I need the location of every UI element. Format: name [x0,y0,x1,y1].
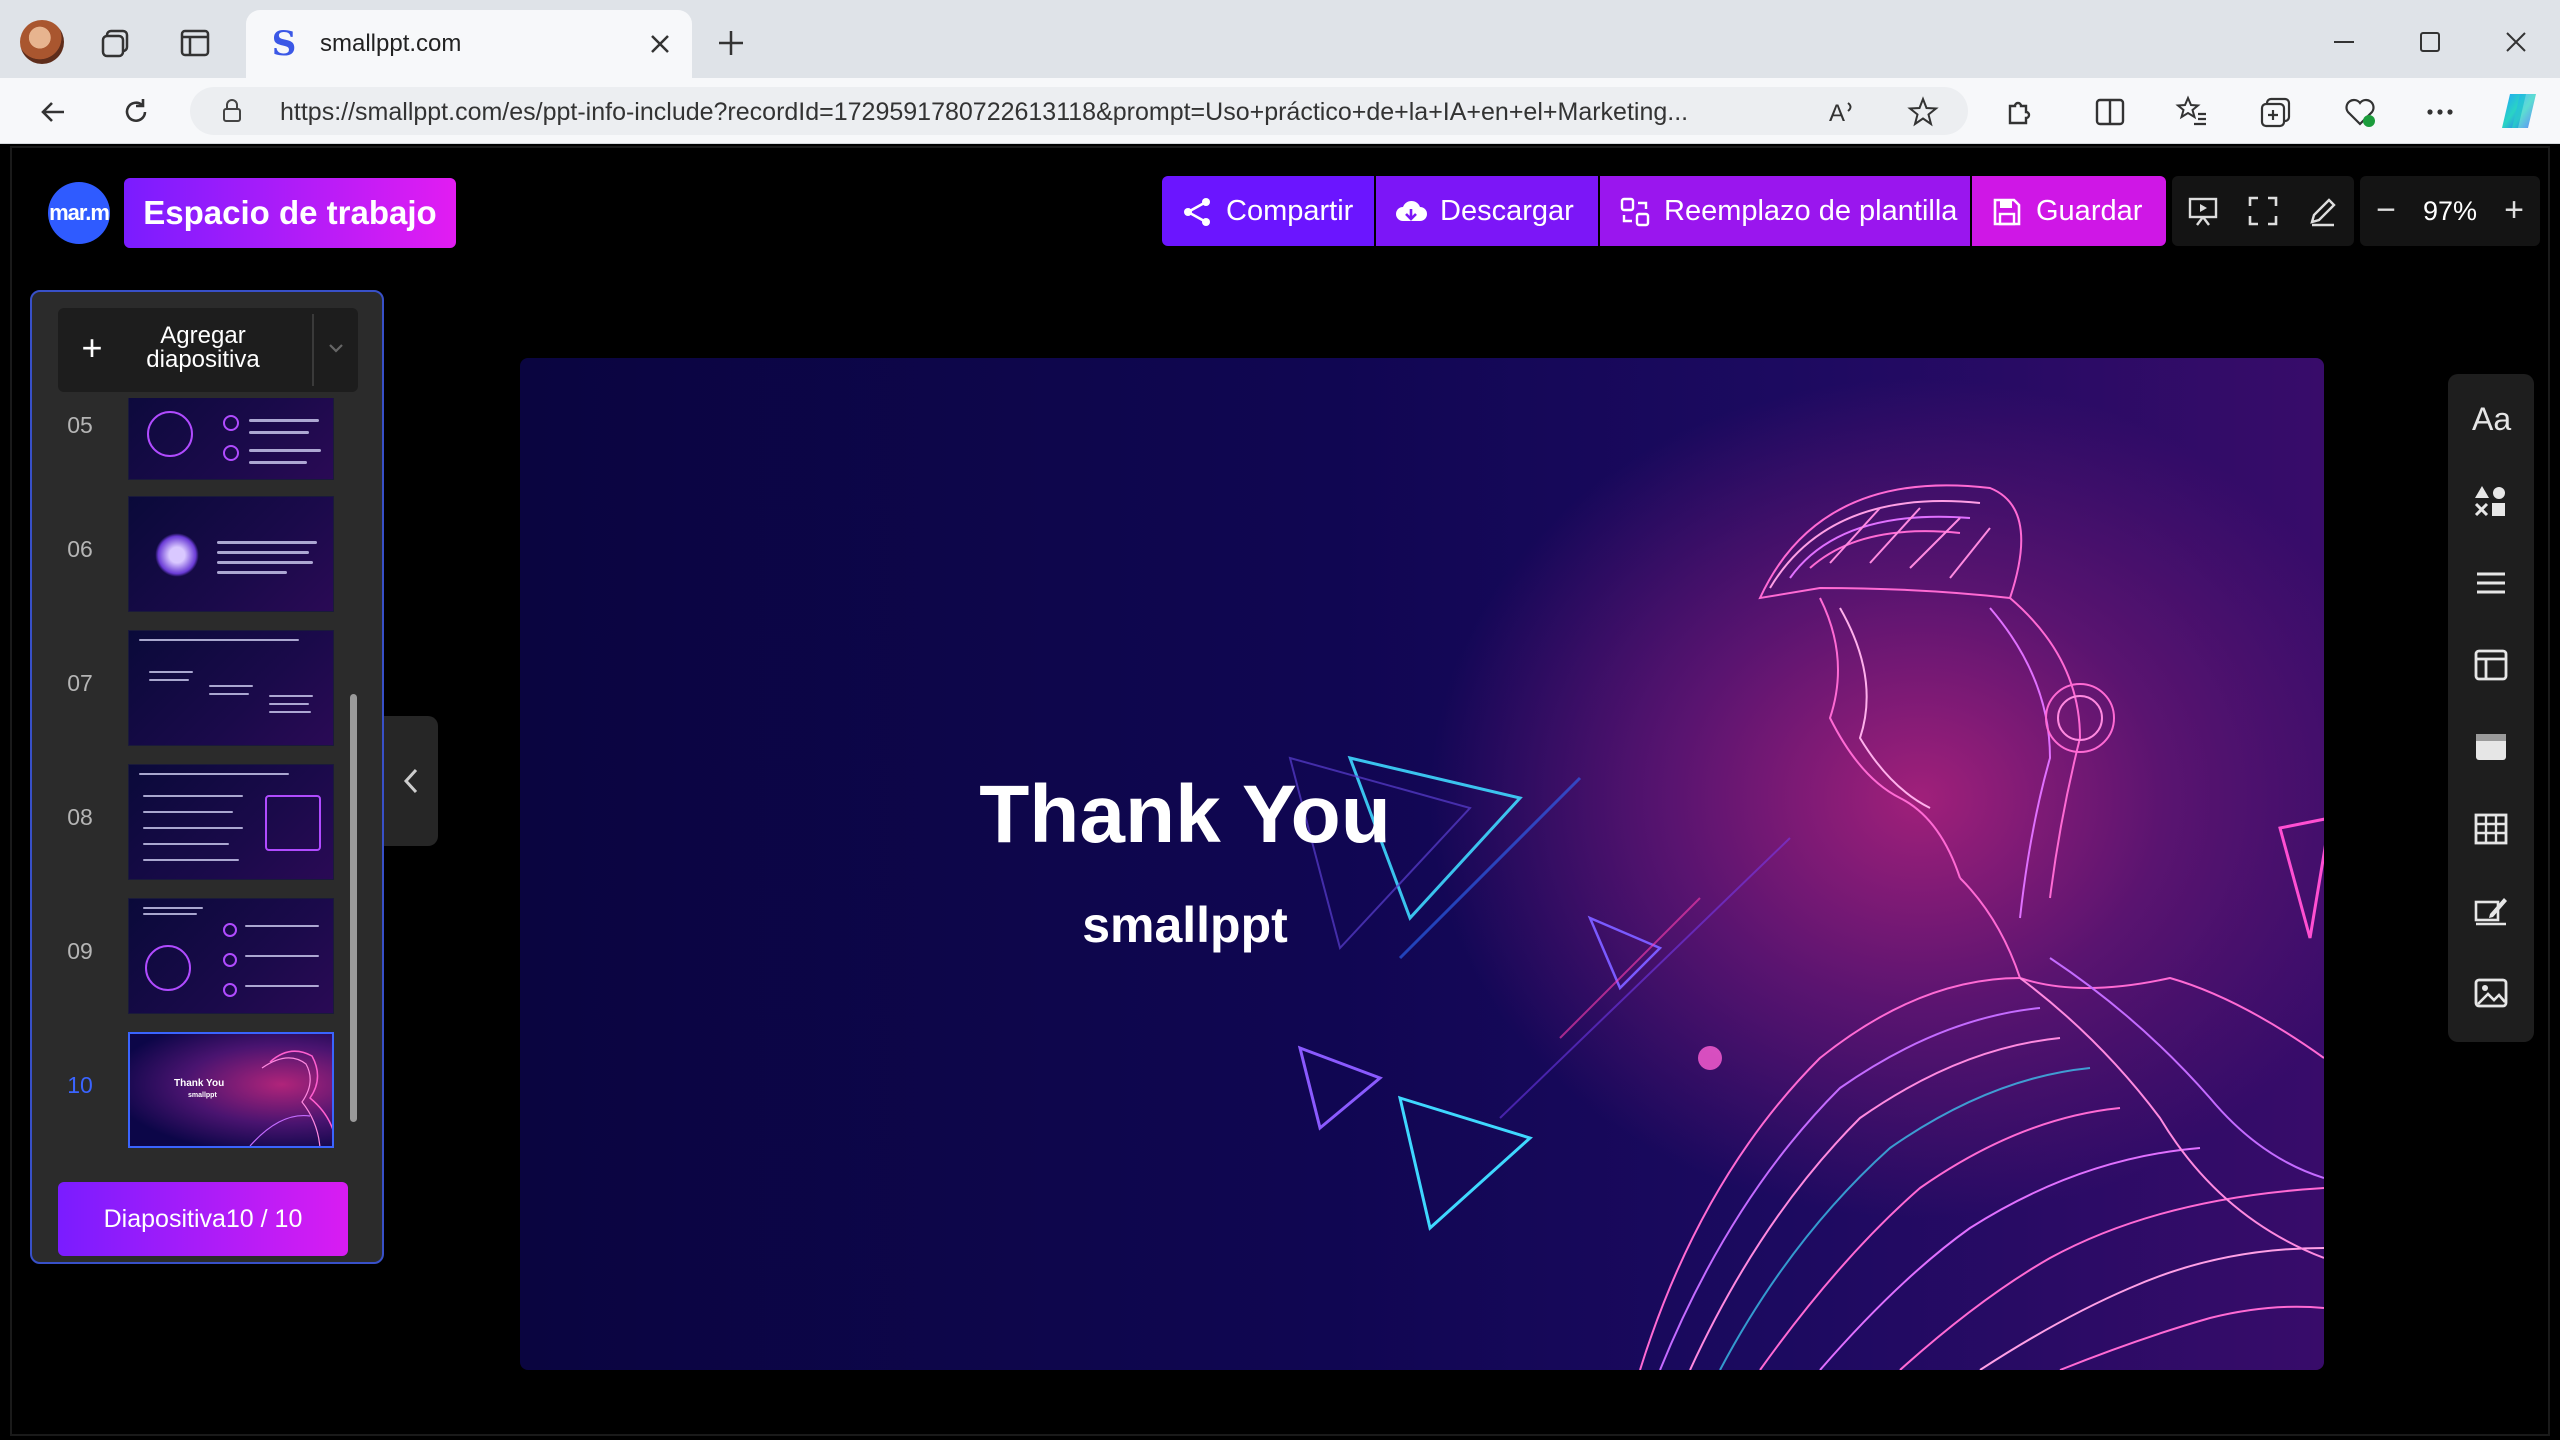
slide-preview [128,398,334,480]
address-bar-row: https://smallppt.com/es/ppt-info-include… [0,78,2560,144]
slide-thumbnail-10[interactable]: 10 Thank You smallppt [32,1032,362,1150]
slide-preview: Thank You smallppt [128,1032,334,1148]
divider [312,314,314,386]
align-lines-icon[interactable] [2472,564,2510,602]
shapes-icon[interactable] [2472,482,2510,520]
slide-thumbnail-08[interactable]: 08 [32,764,362,882]
favorites-icon[interactable] [2172,92,2212,132]
user-avatar[interactable]: mar.m [48,182,110,244]
browser-tab-bar: S smallppt.com [0,0,2560,78]
browser-tab[interactable]: S smallppt.com [246,10,692,78]
slide-preview [128,496,334,612]
tab-title: smallppt.com [320,30,462,57]
zoom-out-button[interactable]: − [2366,190,2406,230]
lock-icon[interactable] [218,97,246,125]
collapse-panel-button[interactable] [384,716,438,846]
workspace-button[interactable]: Espacio de trabajo [124,178,456,248]
zoom-level: 97% [2422,196,2478,226]
close-tab-icon[interactable] [644,28,676,60]
collections-add-icon[interactable] [2256,92,2296,132]
slide-panel: + Agregar diapositiva 05 06 07 08 09 10 … [30,290,384,1264]
smallppt-editor: mar.m Espacio de trabajo Compartir Desca… [10,146,2550,1436]
replace-template-label: Reemplazo de plantilla [1664,195,1958,227]
text-style-icon[interactable]: Aa [2472,400,2511,438]
vr-headset-illustration [1288,484,2324,1370]
minimize-icon[interactable] [2324,22,2364,62]
download-button[interactable]: Descargar [1376,176,1598,246]
slide-title[interactable]: Thank You [900,768,1470,862]
smallppt-favicon-icon: S [271,24,297,64]
chevron-down-icon[interactable] [320,332,352,364]
vertical-tabs-icon[interactable] [176,24,214,62]
slide-preview [128,764,334,880]
share-button[interactable]: Compartir [1162,176,1374,246]
slide-number: 08 [67,804,93,830]
maximize-icon[interactable] [2410,22,2450,62]
url-field[interactable]: https://smallppt.com/es/ppt-info-include… [190,87,1968,135]
slide-thumbnail-07[interactable]: 07 [32,630,362,748]
share-label: Compartir [1226,195,1354,227]
svg-text:A: A [1829,100,1845,127]
thumbnail-scrollbar[interactable] [350,694,357,1122]
replace-template-button[interactable]: Reemplazo de plantilla [1600,176,1970,246]
back-icon[interactable] [34,92,74,132]
slide-number: 09 [67,938,93,964]
slide-number: 10 [67,1072,93,1098]
cloud-download-icon [1396,200,1427,221]
slide-thumbnail-09[interactable]: 09 [32,898,362,1016]
slide-subtitle[interactable]: smallppt [900,896,1470,954]
save-button[interactable]: Guardar [1972,176,2166,246]
edit-pen-icon[interactable] [2306,194,2340,228]
zoom-control: − 97% + [2360,176,2540,246]
edit-note-icon[interactable] [2472,892,2510,930]
chevron-left-icon [403,768,418,794]
slide-thumbnail-05[interactable]: 05 [32,398,362,482]
preview-title: Thank You [174,1078,225,1089]
read-aloud-icon[interactable]: A [1826,95,1860,129]
present-icon[interactable] [2186,194,2220,228]
template-swap-icon [1620,197,1650,227]
slide-preview [128,898,334,1014]
layout-icon[interactable] [2472,646,2510,684]
slide-preview [128,630,334,746]
background-icon[interactable] [2472,728,2510,766]
save-icon [1993,198,2021,226]
refresh-icon[interactable] [116,92,156,132]
slide-canvas[interactable]: Thank You smallppt [520,358,2324,1370]
insert-tool-rail: Aa [2448,374,2534,1042]
zoom-in-button[interactable]: + [2494,190,2534,230]
plus-icon: + [81,327,103,368]
extensions-icon[interactable] [1998,92,2038,132]
download-label: Descargar [1440,195,1574,227]
add-slide-button[interactable]: + Agregar diapositiva [58,308,358,392]
favorite-star-icon[interactable] [1906,95,1940,129]
slide-number: 06 [67,536,93,562]
slide-thumbnail-06[interactable]: 06 [32,496,362,614]
new-tab-icon[interactable] [712,24,750,62]
collections-icon[interactable] [98,24,136,62]
share-icon [1184,198,1210,226]
more-options-icon[interactable] [2420,92,2460,132]
slide-number: 05 [67,412,93,438]
slide-counter[interactable]: Diapositiva10 / 10 [58,1182,348,1256]
add-slide-label: Agregar diapositiva [146,322,260,373]
close-window-icon[interactable] [2496,22,2536,62]
copilot-icon[interactable] [2496,88,2542,134]
browser-essentials-icon[interactable] [2340,92,2380,132]
save-label: Guardar [2036,195,2143,227]
preview-subtitle: smallppt [188,1092,217,1099]
slide-thumbnail-list: 05 06 07 08 09 10 Thank You smallppt [32,398,362,1154]
profile-avatar[interactable] [20,20,64,64]
table-icon[interactable] [2472,810,2510,848]
slide-number: 07 [67,670,93,696]
image-icon[interactable] [2472,974,2510,1012]
view-tools [2172,176,2354,246]
fullscreen-icon[interactable] [2246,194,2280,228]
split-screen-icon[interactable] [2090,92,2130,132]
url-text: https://smallppt.com/es/ppt-info-include… [280,98,1689,126]
